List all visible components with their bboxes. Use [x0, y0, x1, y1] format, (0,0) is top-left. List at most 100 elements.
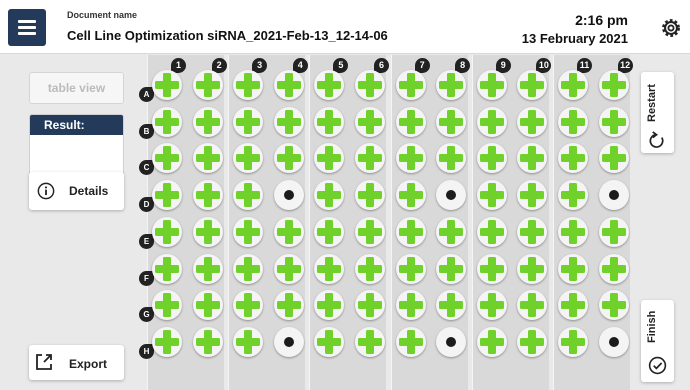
- well-E11[interactable]: [558, 216, 588, 247]
- well-F11[interactable]: [558, 253, 588, 284]
- well-D5[interactable]: [314, 180, 345, 211]
- well-C9[interactable]: [476, 143, 507, 174]
- well-G9[interactable]: [476, 290, 507, 321]
- well-D6[interactable]: [355, 180, 385, 211]
- well-D2[interactable]: [192, 180, 223, 211]
- well-H10[interactable]: [517, 326, 548, 357]
- well-C7[interactable]: [395, 143, 426, 174]
- well-E6[interactable]: [355, 216, 385, 247]
- well-G1[interactable]: [152, 290, 182, 321]
- well-D11[interactable]: [558, 180, 588, 211]
- gear-icon[interactable]: [660, 17, 682, 39]
- well-C11[interactable]: [558, 143, 588, 174]
- well-E3[interactable]: [233, 216, 264, 247]
- well-F2[interactable]: [192, 253, 223, 284]
- well-E2[interactable]: [192, 216, 223, 247]
- well-A11[interactable]: [558, 70, 588, 100]
- well-D9[interactable]: [476, 180, 507, 211]
- well-F4[interactable]: [273, 253, 304, 284]
- well-G2[interactable]: [192, 290, 223, 321]
- well-B12[interactable]: [598, 106, 629, 137]
- well-H11[interactable]: [558, 326, 588, 357]
- well-H8[interactable]: [436, 326, 467, 357]
- well-E4[interactable]: [273, 216, 304, 247]
- well-G6[interactable]: [355, 290, 385, 321]
- well-H6[interactable]: [355, 326, 385, 357]
- well-B2[interactable]: [192, 106, 223, 137]
- well-H12[interactable]: [598, 326, 629, 357]
- well-D7[interactable]: [395, 180, 426, 211]
- well-A10[interactable]: [517, 70, 548, 100]
- well-G5[interactable]: [314, 290, 345, 321]
- well-A7[interactable]: [395, 70, 426, 100]
- well-D4[interactable]: [273, 180, 304, 211]
- well-A3[interactable]: [233, 70, 264, 100]
- well-D1[interactable]: [152, 180, 182, 211]
- well-B6[interactable]: [355, 106, 385, 137]
- well-C3[interactable]: [233, 143, 264, 174]
- well-C5[interactable]: [314, 143, 345, 174]
- well-C12[interactable]: [598, 143, 629, 174]
- well-D12[interactable]: [598, 180, 629, 211]
- well-A6[interactable]: [355, 70, 385, 100]
- well-F7[interactable]: [395, 253, 426, 284]
- well-G7[interactable]: [395, 290, 426, 321]
- well-B8[interactable]: [436, 106, 467, 137]
- well-A5[interactable]: [314, 70, 345, 100]
- well-F1[interactable]: [152, 253, 182, 284]
- well-G10[interactable]: [517, 290, 548, 321]
- well-B5[interactable]: [314, 106, 345, 137]
- menu-button[interactable]: [8, 9, 46, 46]
- well-H2[interactable]: [192, 326, 223, 357]
- well-C4[interactable]: [273, 143, 304, 174]
- details-button[interactable]: Details: [29, 172, 124, 210]
- well-H4[interactable]: [273, 326, 304, 357]
- well-F8[interactable]: [436, 253, 467, 284]
- well-D10[interactable]: [517, 180, 548, 211]
- well-B7[interactable]: [395, 106, 426, 137]
- well-G3[interactable]: [233, 290, 264, 321]
- well-A8[interactable]: [436, 70, 467, 100]
- well-C10[interactable]: [517, 143, 548, 174]
- well-F12[interactable]: [598, 253, 629, 284]
- well-H1[interactable]: [152, 326, 182, 357]
- well-H7[interactable]: [395, 326, 426, 357]
- well-A12[interactable]: [598, 70, 629, 100]
- well-B1[interactable]: [152, 106, 182, 137]
- well-H5[interactable]: [314, 326, 345, 357]
- export-button[interactable]: Export: [29, 345, 124, 380]
- finish-button[interactable]: Finish: [641, 300, 674, 382]
- well-C6[interactable]: [355, 143, 385, 174]
- well-F10[interactable]: [517, 253, 548, 284]
- well-D3[interactable]: [233, 180, 264, 211]
- table-view-button[interactable]: table view: [29, 72, 124, 104]
- well-E8[interactable]: [436, 216, 467, 247]
- well-E5[interactable]: [314, 216, 345, 247]
- well-A9[interactable]: [476, 70, 507, 100]
- well-C2[interactable]: [192, 143, 223, 174]
- well-B10[interactable]: [517, 106, 548, 137]
- well-B4[interactable]: [273, 106, 304, 137]
- well-F6[interactable]: [355, 253, 385, 284]
- well-E12[interactable]: [598, 216, 629, 247]
- well-B9[interactable]: [476, 106, 507, 137]
- well-G4[interactable]: [273, 290, 304, 321]
- well-G8[interactable]: [436, 290, 467, 321]
- well-C1[interactable]: [152, 143, 182, 174]
- well-E9[interactable]: [476, 216, 507, 247]
- well-E1[interactable]: [152, 216, 182, 247]
- well-A4[interactable]: [273, 70, 304, 100]
- well-F9[interactable]: [476, 253, 507, 284]
- well-F5[interactable]: [314, 253, 345, 284]
- well-E7[interactable]: [395, 216, 426, 247]
- well-H3[interactable]: [233, 326, 264, 357]
- well-A2[interactable]: [192, 70, 223, 100]
- well-F3[interactable]: [233, 253, 264, 284]
- well-G12[interactable]: [598, 290, 629, 321]
- well-H9[interactable]: [476, 326, 507, 357]
- well-E10[interactable]: [517, 216, 548, 247]
- well-B11[interactable]: [558, 106, 588, 137]
- well-C8[interactable]: [436, 143, 467, 174]
- well-G11[interactable]: [558, 290, 588, 321]
- well-A1[interactable]: [152, 70, 182, 100]
